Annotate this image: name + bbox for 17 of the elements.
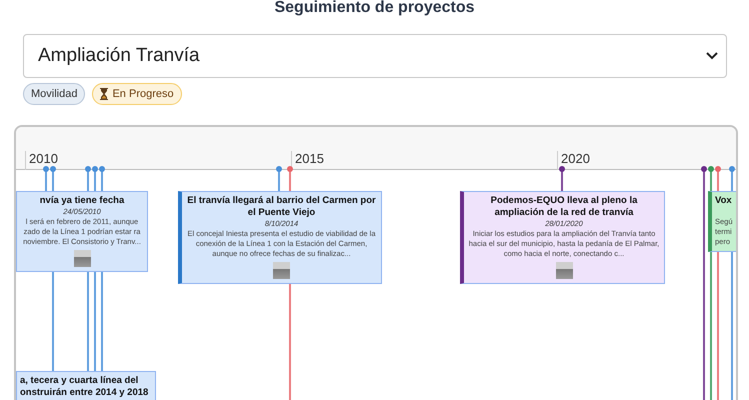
event-card[interactable]: a, tecera y cuarta línea del onstruirán entre 2014 y 2018 xyxy=(16,371,156,400)
category-badge: Movilidad xyxy=(23,83,86,105)
event-title: El tranvía llegará al barrio del Carmen por el Puente Viejo xyxy=(186,195,377,219)
timeline-line xyxy=(561,171,563,191)
project-select[interactable]: Ampliación Tranvía xyxy=(23,34,727,78)
event-title: Vox xyxy=(715,195,732,207)
page-title: Seguimiento de proyectos xyxy=(273,0,476,18)
status-badge: En Progreso xyxy=(92,83,182,105)
event-title: nvía ya tiene fecha xyxy=(40,195,124,207)
event-title: a, tecera y cuarta línea del onstruirán entre 2014 y 2018 xyxy=(20,375,150,399)
event-card[interactable] xyxy=(460,191,665,284)
chevron-down-icon xyxy=(706,52,718,60)
event-card[interactable] xyxy=(178,191,382,284)
event-title: Podemos-EQUO lleva al pleno la ampliación de la red de tranvía xyxy=(490,195,638,219)
hourglass-icon xyxy=(100,88,108,100)
timeline-line xyxy=(278,171,280,191)
timeline-line xyxy=(45,171,47,191)
